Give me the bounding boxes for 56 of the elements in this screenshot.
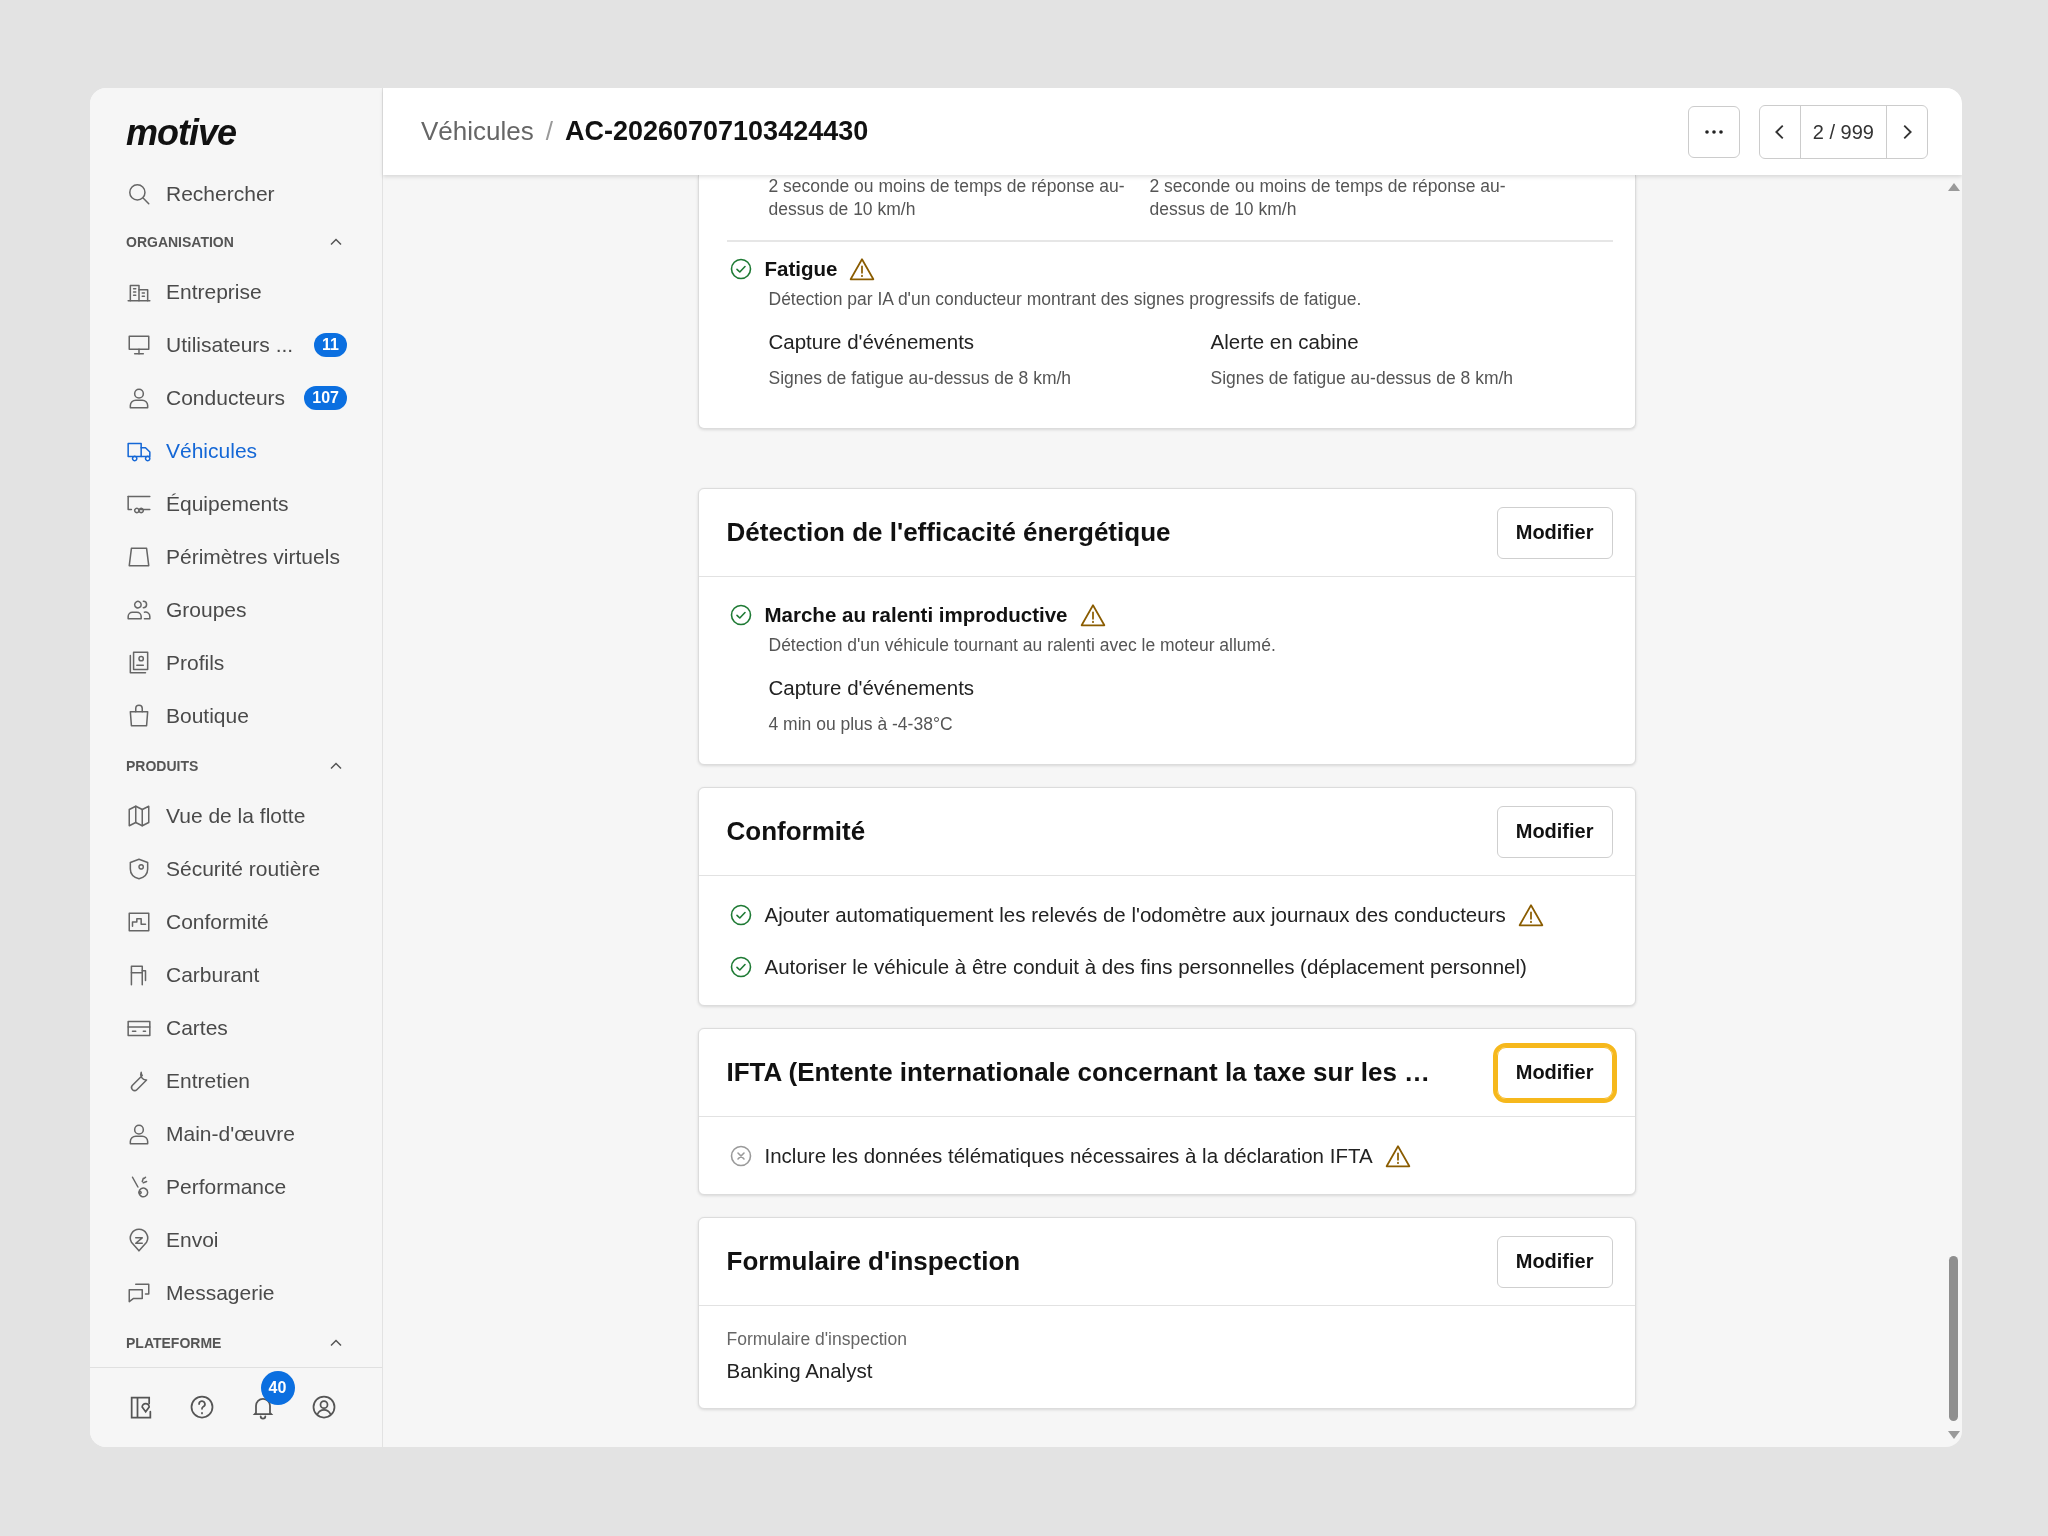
field-value: Banking Analyst (726, 1358, 874, 1384)
breadcrumb-link[interactable]: Véhicules (421, 116, 534, 147)
nav-item[interactable]: Entretien (90, 1054, 382, 1108)
nav-item[interactable]: Véhicules (90, 424, 382, 478)
page-indicator: 2 / 999 (1799, 105, 1887, 158)
modify-button[interactable]: Modifier (1496, 1235, 1613, 1288)
feature-description: Détection d'un véhicule tournant au ralenti avec le moteur allumé. (768, 634, 1277, 657)
section-heading: PLATEFORME (126, 1335, 222, 1352)
notification-badge: 40 (260, 1371, 295, 1406)
nav-item[interactable]: Profils (90, 636, 382, 690)
logo[interactable]: motive (90, 88, 382, 170)
setting-label: Alerte en cabine (1210, 329, 1360, 355)
setting-detail: 2 seconde ou moins de temps de réponse au-dessus de 10 km/h (1149, 175, 1507, 221)
section-heading: ORGANISATION (126, 234, 234, 251)
card-title: Conformité (726, 816, 866, 847)
setting-detail: 2 seconde ou moins de temps de réponse au-dessus de 10 km/h (768, 175, 1126, 221)
nav-item[interactable]: Carburant (90, 948, 382, 1002)
card-title: Détection de l'efficacité énergétique (726, 517, 1171, 548)
nav-item[interactable]: Performance (90, 1160, 382, 1214)
nav-item[interactable]: Groupes (90, 583, 382, 637)
count-badge: 11 (314, 333, 347, 358)
notifications-button[interactable]: 40 (244, 1371, 295, 1426)
nav-item[interactable]: Sécurité routière (90, 842, 382, 896)
setting-text: Inclure les données télématiques nécessaires à la déclaration IFTA (764, 1144, 1373, 1168)
setting-label: Capture d'événements (768, 675, 976, 701)
breadcrumb-separator: / (545, 116, 553, 147)
field-label: Formulaire d'inspection (726, 1328, 908, 1350)
card-title: IFTA (Entente internationale concernant la taxe sur les … (726, 1057, 1431, 1088)
setting-value: 4 min ou plus à -4-38°C (768, 713, 954, 736)
feature-description: Détection par IA d'un conducteur montrant des signes progressifs de fatigue. (768, 288, 1363, 311)
search-link[interactable]: Rechercher (90, 169, 382, 219)
feature-title: Marche au ralenti improductive (764, 603, 1068, 627)
setting-value: Signes de fatigue au-dessus de 8 km/h (1210, 367, 1515, 390)
setting-text: Ajouter automatiquement les relevés de l'odomètre aux journaux des conducteurs (764, 903, 1506, 927)
nav-item[interactable]: Périmètres virtuels (90, 530, 382, 584)
nav-item[interactable]: Utilisateurs ... 11 (90, 318, 382, 372)
nav-item[interactable]: Cartes (90, 1001, 382, 1055)
section-heading: PRODUITS (126, 758, 199, 775)
nav-item[interactable]: Envoi (90, 1213, 382, 1267)
nav-item[interactable]: Équipements (90, 477, 382, 531)
card-title: Formulaire d'inspection (726, 1246, 1021, 1277)
page-title: AC-20260707103424430 (564, 116, 869, 147)
setting-value: Signes de fatigue au-dessus de 8 km/h (768, 367, 1073, 390)
nav-item[interactable]: Messagerie (90, 1266, 382, 1320)
nav-item[interactable]: Boutique (90, 689, 382, 743)
nav-item[interactable]: Entreprise (90, 265, 382, 319)
nav-item[interactable]: Conformité (90, 895, 382, 949)
nav-item[interactable]: Vue de la flotte (90, 789, 382, 843)
nav-item[interactable]: Main-d'œuvre (90, 1107, 382, 1161)
setting-label: Capture d'événements (768, 329, 976, 355)
count-badge: 107 (304, 386, 347, 411)
feature-title: Fatigue (764, 257, 838, 281)
setting-text: Autoriser le véhicule à être conduit à des fins personnelles (déplacement personnel) (764, 955, 1527, 979)
nav-item[interactable]: Conducteurs 107 (90, 371, 382, 425)
modify-button[interactable]: Modifier (1496, 506, 1613, 559)
modify-button[interactable]: Modifier (1496, 805, 1613, 858)
